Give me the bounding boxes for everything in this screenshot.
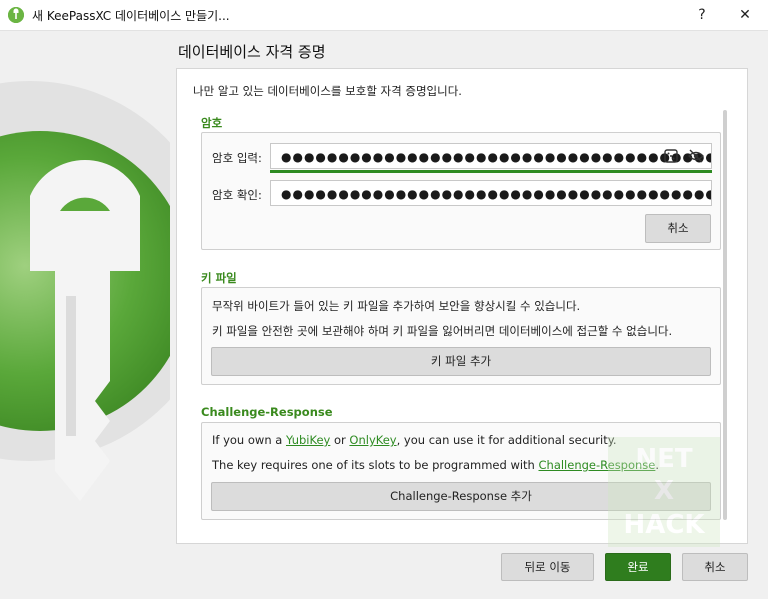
onlykey-link[interactable]: OnlyKey	[349, 433, 396, 447]
challenge-text-b: or	[330, 433, 350, 447]
key-illustration	[0, 31, 170, 599]
enter-password-label: 암호 입력:	[212, 151, 262, 165]
challenge-text-a: If you own a	[212, 433, 286, 447]
keyfile-description-1: 무작위 바이트가 들어 있는 키 파일을 추가하여 보안을 향상시킬 수 있습니…	[212, 299, 581, 313]
confirm-password-value: ●●●●●●●●●●●●●●●●●●●●●●●●●●●●●●●●●●●●●●●●	[281, 187, 712, 201]
eye-slash-icon[interactable]	[688, 149, 704, 166]
intro-text: 나만 알고 있는 데이터베이스를 보호할 자격 증명입니다.	[193, 84, 462, 98]
yubikey-link[interactable]: YubiKey	[286, 433, 330, 447]
window-title: 새 KeePassXC 데이터베이스 만들기...	[32, 9, 230, 23]
dice-icon[interactable]	[664, 149, 678, 166]
keyfile-section-label: 키 파일	[201, 271, 237, 285]
page-title: 데이터베이스 자격 증명	[178, 43, 326, 61]
keyfile-description-2: 키 파일을 안전한 곳에 보관해야 하며 키 파일을 잃어버리면 데이터베이스에…	[212, 324, 673, 338]
nethack-watermark-logo: NET X HACK	[608, 437, 720, 547]
cancel-button[interactable]: 취소	[682, 553, 748, 581]
back-button[interactable]: 뒤로 이동	[501, 553, 594, 581]
challenge-description-1: If you own a YubiKey or OnlyKey, you can…	[212, 433, 617, 447]
title-bar: 새 KeePassXC 데이터베이스 만들기... ? ✕	[0, 0, 768, 31]
vertical-scrollbar[interactable]	[723, 110, 727, 520]
svg-text:NET: NET	[635, 444, 693, 474]
close-button[interactable]: ✕	[725, 0, 765, 30]
svg-text:X: X	[654, 476, 674, 506]
svg-text:HACK: HACK	[623, 510, 705, 540]
challenge-description-2: The key requires one of its slots to be …	[212, 458, 659, 472]
password-strength-bar	[270, 170, 712, 173]
keyfile-group: 무작위 바이트가 들어 있는 키 파일을 추가하여 보안을 향상시킬 수 있습니…	[201, 287, 721, 385]
password-value: ●●●●●●●●●●●●●●●●●●●●●●●●●●●●●●●●●●●●●●●●	[281, 150, 712, 164]
finish-button[interactable]: 완료	[605, 553, 671, 581]
password-group: 암호 입력: ●●●●●●●●●●●●●●●●●●●●●●●●●●●●●●●●●…	[201, 132, 721, 250]
password-section-label: 암호	[201, 116, 223, 130]
challenge-text-c: , you can use it for additional security…	[396, 433, 617, 447]
help-button[interactable]: ?	[682, 0, 722, 30]
password-input[interactable]: ●●●●●●●●●●●●●●●●●●●●●●●●●●●●●●●●●●●●●●●●	[270, 143, 712, 169]
confirm-password-label: 암호 확인:	[212, 188, 262, 202]
add-keyfile-button[interactable]: 키 파일 추가	[211, 347, 711, 376]
challenge-text-d: The key requires one of its slots to be …	[212, 458, 539, 472]
keepassxc-logo-icon	[8, 7, 24, 23]
password-cancel-button[interactable]: 취소	[645, 214, 711, 243]
confirm-password-input[interactable]: ●●●●●●●●●●●●●●●●●●●●●●●●●●●●●●●●●●●●●●●●	[270, 180, 712, 206]
challenge-section-label: Challenge-Response	[201, 405, 333, 419]
